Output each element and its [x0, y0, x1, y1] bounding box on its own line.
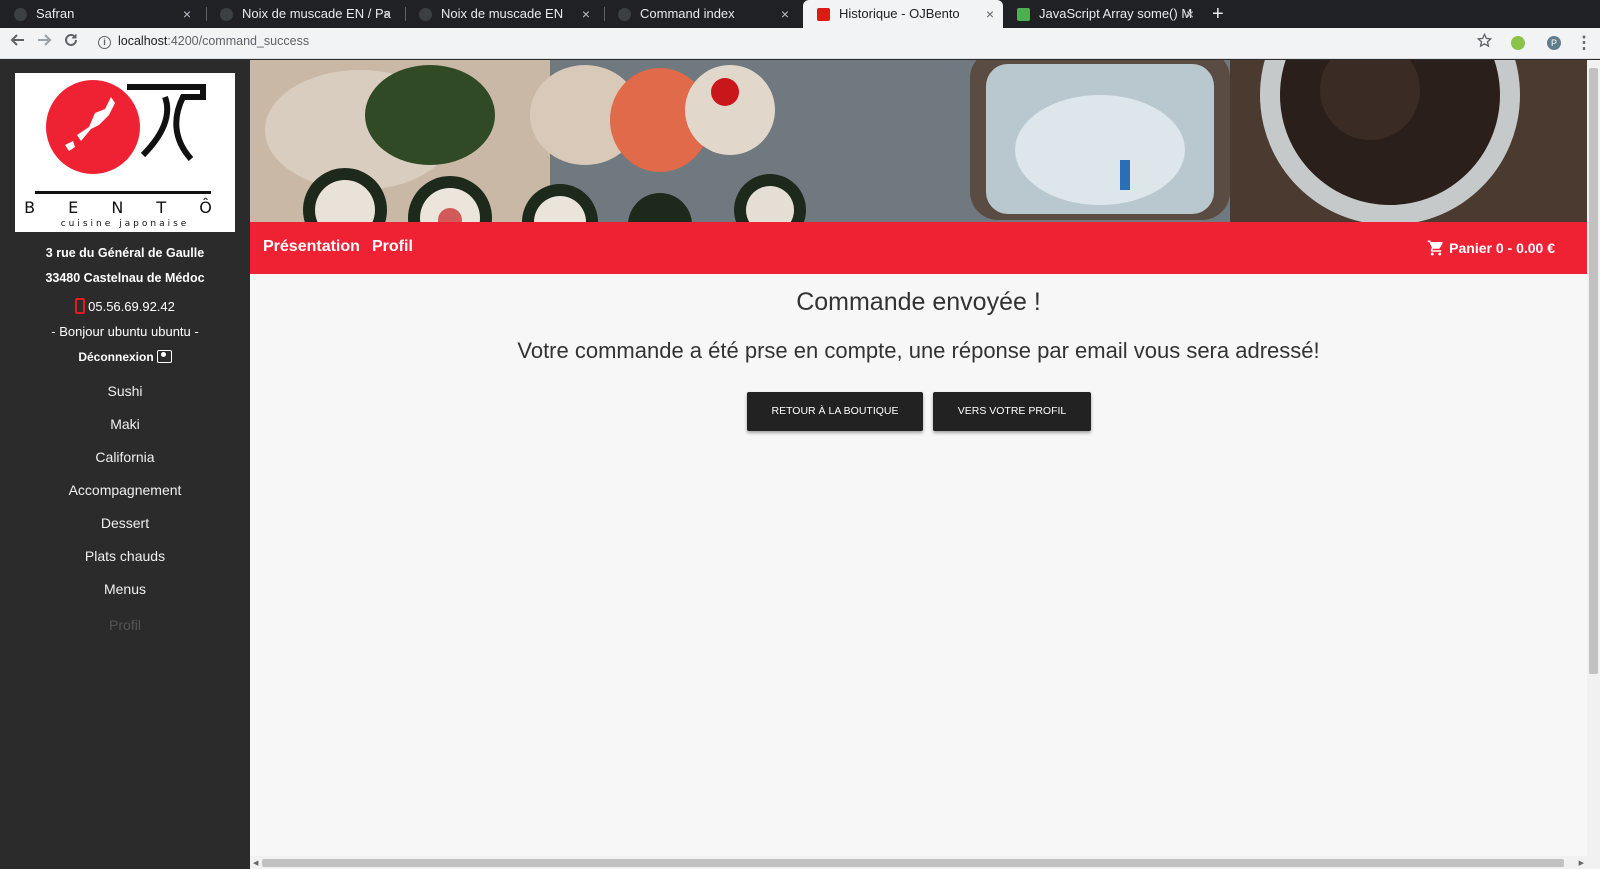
- profile-avatar[interactable]: P: [1547, 36, 1561, 50]
- phone-text: 05.56.69.92.42: [88, 299, 175, 314]
- url-path: :4200/command_success: [167, 34, 310, 48]
- tab-historique-ojbento[interactable]: Historique - OJBento ×: [803, 0, 1003, 28]
- forward-button[interactable]: [33, 32, 55, 54]
- url-host: localhost: [118, 34, 168, 48]
- main-content: Présentation Profil Panier 0 - 0.00 € Co…: [250, 60, 1587, 869]
- nav-link-profil[interactable]: Profil: [372, 238, 413, 256]
- close-icon[interactable]: ×: [781, 0, 789, 28]
- w3schools-icon: [1017, 8, 1030, 21]
- sidebar-item-california[interactable]: California: [0, 449, 250, 465]
- account-box-icon: [156, 350, 172, 363]
- sidebar: B E N T Ô cuisine japonaise 3 rue du Gén…: [0, 60, 250, 869]
- github-icon: [419, 8, 432, 21]
- address-line-1: 3 rue du Général de Gaulle: [45, 246, 205, 260]
- sidebar-item-maki[interactable]: Maki: [0, 416, 250, 432]
- browser-tab-bar: Safran × Noix de muscade EN / Pa × Noix …: [0, 0, 1600, 28]
- sidebar-item-sushi[interactable]: Sushi: [0, 383, 250, 399]
- arrow-right-icon: [38, 34, 52, 46]
- new-tab-button[interactable]: +: [1212, 0, 1224, 28]
- horizontal-scrollbar[interactable]: ◀ ▶: [250, 856, 1587, 869]
- globe-icon: [618, 8, 631, 21]
- sidebar-item-menus[interactable]: Menus: [0, 581, 250, 597]
- sidebar-item-profil[interactable]: Profil: [0, 617, 250, 633]
- tab-title: Noix de muscade EN / Pa: [242, 6, 391, 21]
- tab-title: Command index: [640, 6, 735, 21]
- browser-toolbar: i localhost:4200/command_success P ⋮: [0, 28, 1600, 59]
- vertical-scrollbar[interactable]: [1587, 60, 1600, 869]
- bookmark-star-button[interactable]: [1473, 32, 1495, 54]
- svg-text:B E N T Ô: B E N T Ô: [24, 198, 226, 217]
- back-to-shop-button[interactable]: RETOUR À LA BOUTIQUE: [747, 392, 923, 431]
- tab-javascript-array-some[interactable]: JavaScript Array some() M ×: [1003, 0, 1203, 28]
- reload-icon: [65, 33, 77, 46]
- tab-title: Noix de muscade EN: [441, 6, 564, 21]
- back-button[interactable]: [7, 32, 29, 54]
- cart-button[interactable]: Panier 0 - 0.00 €: [1427, 239, 1555, 257]
- close-icon[interactable]: ×: [1186, 0, 1194, 28]
- top-navbar: Présentation Profil Panier 0 - 0.00 €: [250, 222, 1587, 274]
- sidebar-item-accompagnement[interactable]: Accompagnement: [0, 482, 250, 498]
- tab-noix-muscade-pa[interactable]: Noix de muscade EN / Pa ×: [206, 0, 400, 28]
- address-bar[interactable]: localhost:4200/command_success: [118, 34, 309, 48]
- reload-button[interactable]: [60, 32, 82, 54]
- tab-noix-muscade[interactable]: Noix de muscade EN ×: [405, 0, 599, 28]
- go-to-profile-button[interactable]: VERS VOTRE PROFIL: [933, 392, 1091, 431]
- scroll-left-icon[interactable]: ◀: [253, 859, 258, 867]
- horizontal-scroll-thumb[interactable]: [262, 859, 1564, 867]
- confirmation-message: Votre commande a été prse en compte, une…: [517, 338, 1320, 363]
- nav-link-presentation[interactable]: Présentation: [263, 238, 360, 256]
- phone-number: 05.56.69.92.42: [0, 298, 250, 314]
- close-icon[interactable]: ×: [383, 0, 391, 28]
- extension-icon[interactable]: [1511, 36, 1525, 50]
- close-icon[interactable]: ×: [986, 0, 994, 28]
- tab-safran[interactable]: Safran ×: [0, 0, 200, 28]
- mobile-phone-icon: [75, 298, 86, 314]
- scroll-right-icon[interactable]: ▶: [1579, 859, 1584, 867]
- site-info-icon[interactable]: i: [98, 36, 111, 49]
- sushi-banner-image: [250, 60, 1587, 222]
- sidebar-item-dessert[interactable]: Dessert: [0, 515, 250, 531]
- logout-link[interactable]: Déconnexion: [0, 350, 250, 364]
- tab-title: Historique - OJBento: [839, 6, 960, 21]
- close-icon[interactable]: ×: [582, 0, 590, 28]
- address-line-2: 33480 Castelnau de Médoc: [45, 271, 205, 285]
- sidebar-item-plats-chauds[interactable]: Plats chauds: [0, 548, 250, 564]
- vertical-scroll-thumb[interactable]: [1589, 68, 1598, 674]
- close-icon[interactable]: ×: [183, 0, 191, 28]
- angular-icon: [817, 8, 830, 21]
- tab-title: Safran: [36, 6, 75, 21]
- bento-logo[interactable]: B E N T Ô cuisine japonaise: [15, 73, 235, 232]
- arrow-left-icon: [10, 34, 24, 46]
- page-title: Commande envoyée !: [796, 288, 1041, 316]
- svg-text:cuisine japonaise: cuisine japonaise: [61, 219, 190, 229]
- shopping-cart-icon: [1427, 240, 1443, 256]
- logout-label: Déconnexion: [78, 350, 154, 364]
- github-icon: [14, 8, 27, 21]
- tab-command-index[interactable]: Command index ×: [604, 0, 798, 28]
- menu-kebab-icon[interactable]: ⋮: [1573, 32, 1595, 54]
- tab-title: JavaScript Array some() M: [1039, 6, 1193, 21]
- github-icon: [220, 8, 233, 21]
- greeting: - Bonjour ubuntu ubuntu -: [51, 324, 199, 339]
- cart-label: Panier 0 - 0.00 €: [1449, 240, 1555, 256]
- star-icon: [1476, 32, 1492, 48]
